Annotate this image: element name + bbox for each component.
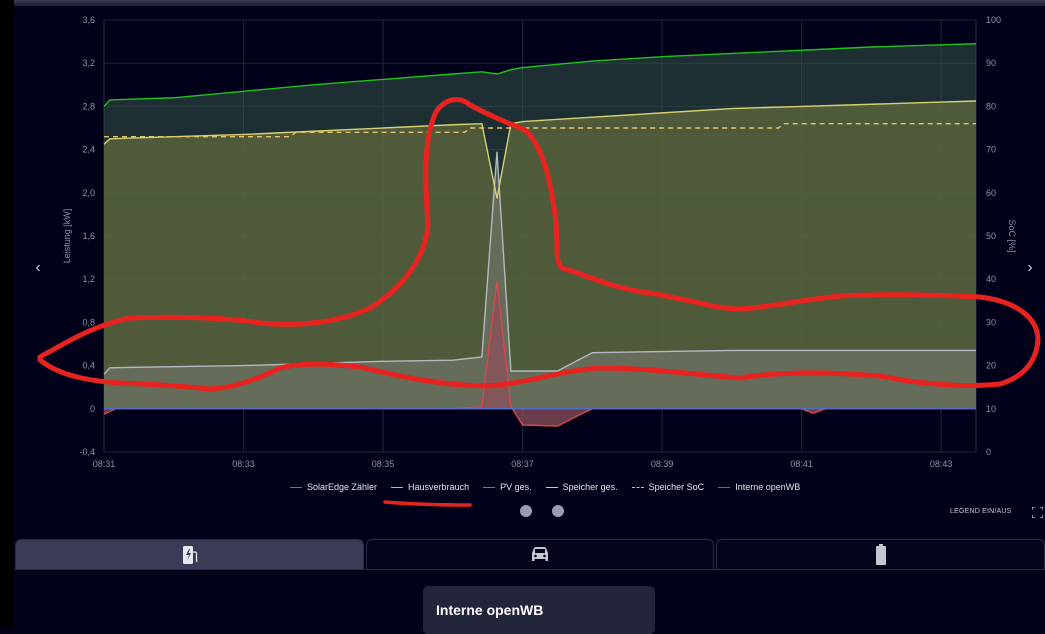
y2-tick-label: 50	[986, 231, 996, 241]
fullscreen-icon[interactable]	[1032, 507, 1043, 518]
legend-swatch	[391, 486, 404, 488]
legend-item[interactable]: Hausverbrauch	[391, 482, 469, 492]
legend-swatch	[718, 486, 731, 488]
y2-tick-label: 90	[986, 58, 996, 68]
legend-label: PV ges.	[500, 482, 532, 492]
x-tick-label: 08:31	[93, 459, 116, 469]
legend-item[interactable]: SolarEdge Zähler	[290, 482, 377, 492]
y2-tick-label: 20	[986, 361, 996, 371]
y2-tick-label: 30	[986, 317, 996, 327]
y-axis-label: Leistung [kW]	[62, 209, 72, 264]
y2-tick-label: 40	[986, 274, 996, 284]
y-tick-label: 3,6	[82, 15, 95, 25]
y2-tick-label: 60	[986, 188, 996, 198]
car-icon	[532, 547, 548, 561]
y2-tick-label: 70	[986, 145, 996, 155]
legend-swatch	[290, 486, 302, 488]
legend-label: Interne openWB	[735, 482, 801, 492]
y-tick-label: 2,0	[82, 188, 95, 198]
y-tick-label: 0,8	[82, 317, 95, 327]
legend-label: SolarEdge Zähler	[307, 482, 378, 492]
chart-legend: SolarEdge Zähler Hausverbrauch PV ges. Spei…	[290, 480, 814, 494]
y-tick-label: 1,2	[82, 274, 95, 284]
tab-underline	[15, 569, 1045, 570]
chevron-right-icon[interactable]: ›	[1022, 259, 1038, 279]
legend-item[interactable]: Interne openWB	[718, 482, 800, 492]
chart-areas	[104, 43, 976, 427]
pager-dot-1[interactable]	[520, 505, 532, 517]
pager-dot-2[interactable]	[552, 505, 564, 517]
power-chart: -0,4 0 0,4 0,8 1,2 1,6 2,0 2,4 2,8 3,2 3,6 0 10 20 30 4…	[37, 15, 1041, 507]
y-tick-label: 1,6	[82, 231, 95, 241]
pager-dots	[520, 505, 564, 517]
y2-tick-label: 10	[986, 404, 996, 414]
tab-battery[interactable]	[716, 539, 1045, 570]
legend-item[interactable]: PV ges.	[483, 482, 532, 492]
card-title: Interne openWB	[436, 602, 544, 618]
y-tick-label: 2,4	[82, 145, 95, 155]
legend-item[interactable]: Speicher SoC	[631, 482, 705, 492]
x-tick-label: 08:43	[930, 459, 953, 469]
legend-label: Speicher SoC	[648, 482, 705, 492]
legend-swatch	[483, 486, 496, 488]
legend-swatch	[545, 486, 558, 488]
x-tick-label: 08:41	[790, 459, 813, 469]
x-tick-label: 08:39	[651, 459, 674, 469]
annotation-underline	[383, 500, 472, 507]
battery-icon	[875, 543, 886, 565]
y-tick-label: 0	[90, 404, 95, 414]
y2-tick-label: 80	[986, 101, 996, 111]
x-tick-label: 08:33	[232, 459, 255, 469]
tab-charging-station[interactable]	[15, 539, 364, 570]
tab-bar	[15, 539, 1045, 570]
legend-item[interactable]: Speicher ges.	[545, 482, 618, 492]
y-tick-label: -0,4	[79, 447, 95, 457]
y2-tick-label: 0	[986, 447, 991, 457]
y-tick-label: 2,8	[82, 101, 95, 111]
tab-vehicle[interactable]	[366, 539, 714, 570]
y-tick-label: 0,4	[82, 361, 95, 371]
legend-label: Speicher ges.	[562, 482, 618, 492]
y2-tick-label: 100	[986, 15, 1001, 25]
x-tick-label: 08:35	[372, 459, 395, 469]
y2-axis-label: SoC [%]	[1007, 219, 1017, 252]
y-tick-label: 3,2	[82, 58, 95, 68]
x-tick-label: 08:37	[511, 459, 534, 469]
chevron-left-icon[interactable]: ‹	[30, 259, 46, 279]
legend-label: Hausverbrauch	[408, 482, 470, 492]
ev-charger-icon	[182, 545, 198, 564]
legend-swatch	[631, 486, 644, 488]
legend-toggle-button[interactable]: LEGEND EIN/AUS	[950, 508, 1012, 515]
